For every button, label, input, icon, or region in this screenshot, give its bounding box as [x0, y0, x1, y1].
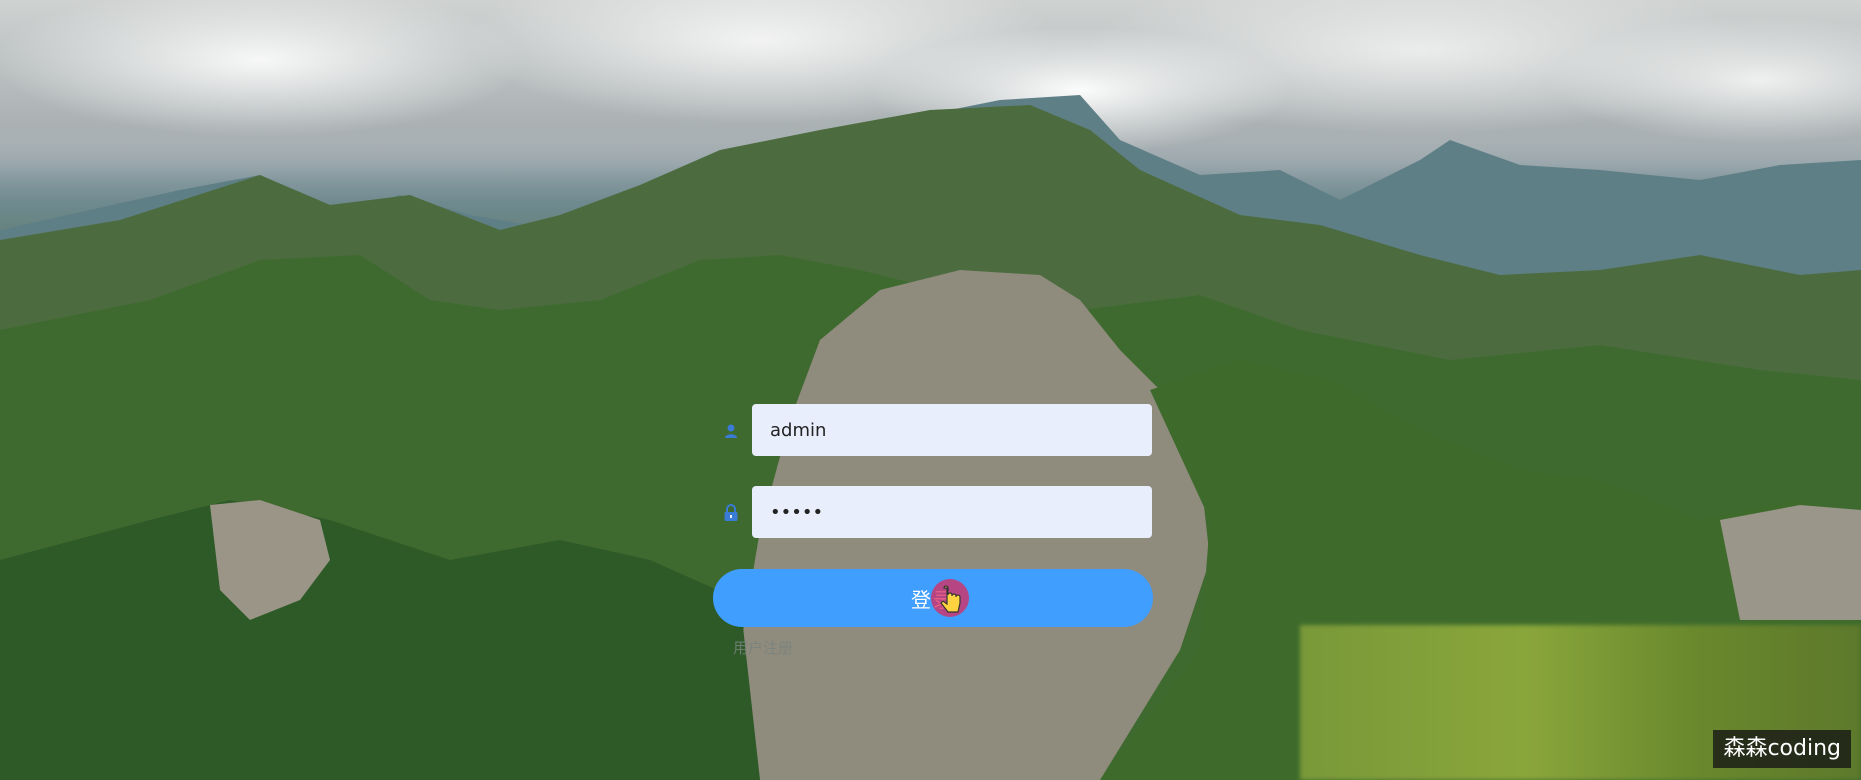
register-link[interactable]: 用户注册	[733, 637, 793, 658]
background-landscape	[0, 0, 1861, 780]
password-row	[720, 486, 1160, 540]
password-input[interactable]	[752, 486, 1152, 538]
username-row	[720, 404, 1160, 458]
username-input[interactable]	[752, 404, 1152, 456]
watermark-label: 森森coding	[1713, 730, 1851, 768]
user-icon	[720, 420, 742, 442]
login-page: 登录 用户注册 森森coding	[0, 0, 1861, 780]
lock-icon	[720, 502, 742, 524]
hand-pointer-icon	[930, 578, 970, 624]
